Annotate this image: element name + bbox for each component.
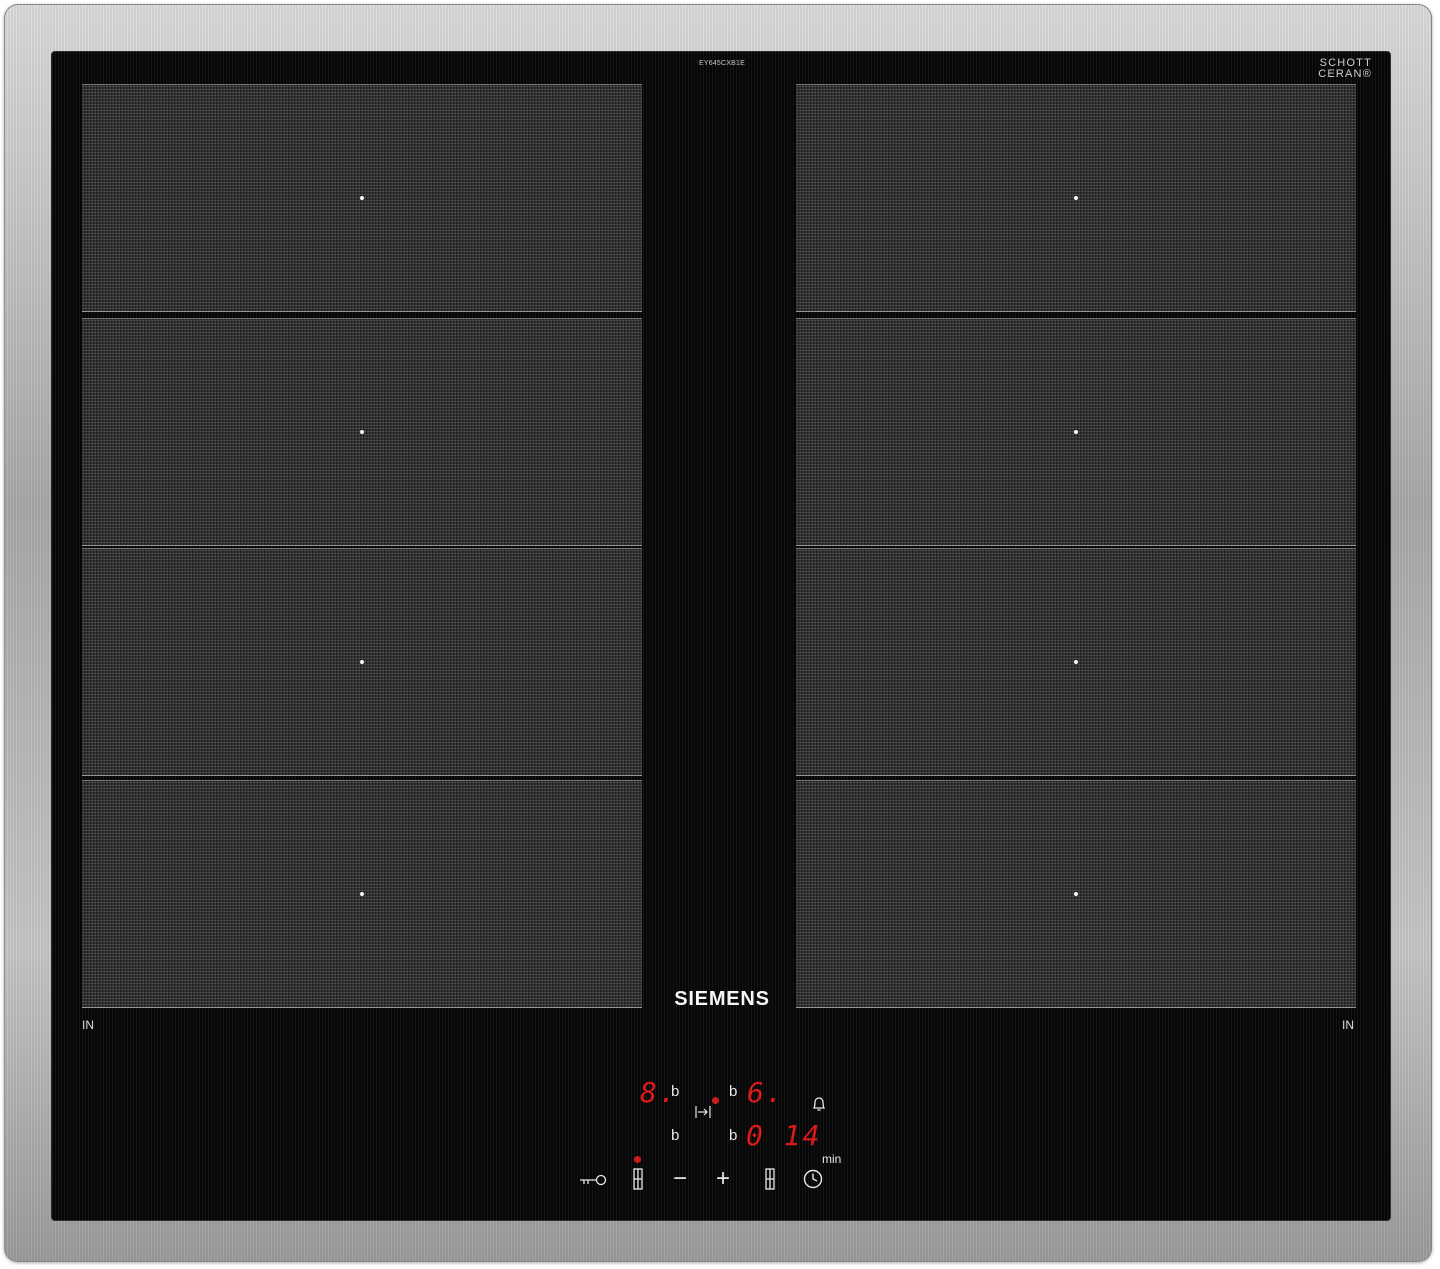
left-zone-2[interactable] — [82, 318, 642, 546]
active-zone-indicator-dot — [712, 1097, 719, 1104]
bell-icon[interactable] — [811, 1096, 827, 1112]
right-booster-indicator-top: b — [729, 1083, 738, 1100]
zone-center-dot — [360, 430, 364, 434]
left-booster-indicator-top: b — [671, 1083, 680, 1100]
right-zone-3[interactable] — [796, 548, 1356, 776]
brand-logo: SIEMENS — [674, 988, 770, 1010]
zone-center-dot — [360, 892, 364, 896]
left-zone-select-icon[interactable] — [633, 1168, 643, 1190]
zone-center-dot — [1074, 892, 1078, 896]
ceramic-glass-surface: EY645CXB1E SCHOTT CERAN® SIEMENS IN IN 8… — [52, 52, 1390, 1220]
zone-center-dot — [360, 660, 364, 664]
selected-zone-indicator-dot — [634, 1156, 641, 1163]
zone-center-dot — [360, 196, 364, 200]
zone-center-dot — [1074, 660, 1078, 664]
right-booster-indicator-bottom: b — [729, 1127, 738, 1144]
right-power-level-display: 6. — [747, 1076, 785, 1109]
left-zone-1[interactable] — [82, 84, 642, 312]
model-code: EY645CXB1E — [699, 60, 745, 67]
key-lock-icon[interactable] — [579, 1173, 607, 1187]
right-induction-label: IN — [1342, 1018, 1354, 1032]
timer-display: 0 14 — [746, 1119, 822, 1152]
clock-icon[interactable] — [803, 1169, 823, 1189]
timer-unit-label: min — [822, 1152, 842, 1166]
right-zone-4[interactable] — [796, 780, 1356, 1008]
zone-center-dot — [1074, 430, 1078, 434]
schott-ceran-badge: SCHOTT CERAN® — [1282, 58, 1372, 80]
right-zone-2[interactable] — [796, 318, 1356, 546]
left-induction-label: IN — [82, 1018, 94, 1032]
stainless-steel-frame: EY645CXB1E SCHOTT CERAN® SIEMENS IN IN 8… — [4, 4, 1432, 1262]
left-zone-4[interactable] — [82, 780, 642, 1008]
zone-center-dot — [1074, 196, 1078, 200]
move-right-icon[interactable] — [695, 1105, 711, 1119]
ceran-text: CERAN® — [1318, 68, 1372, 80]
left-zone-3[interactable] — [82, 548, 642, 776]
right-zone-1[interactable] — [796, 84, 1356, 312]
minus-button[interactable]: − — [673, 1167, 687, 1191]
right-zone-select-icon[interactable] — [765, 1168, 775, 1190]
plus-button[interactable]: + — [716, 1167, 730, 1191]
left-booster-indicator-bottom: b — [671, 1127, 680, 1144]
